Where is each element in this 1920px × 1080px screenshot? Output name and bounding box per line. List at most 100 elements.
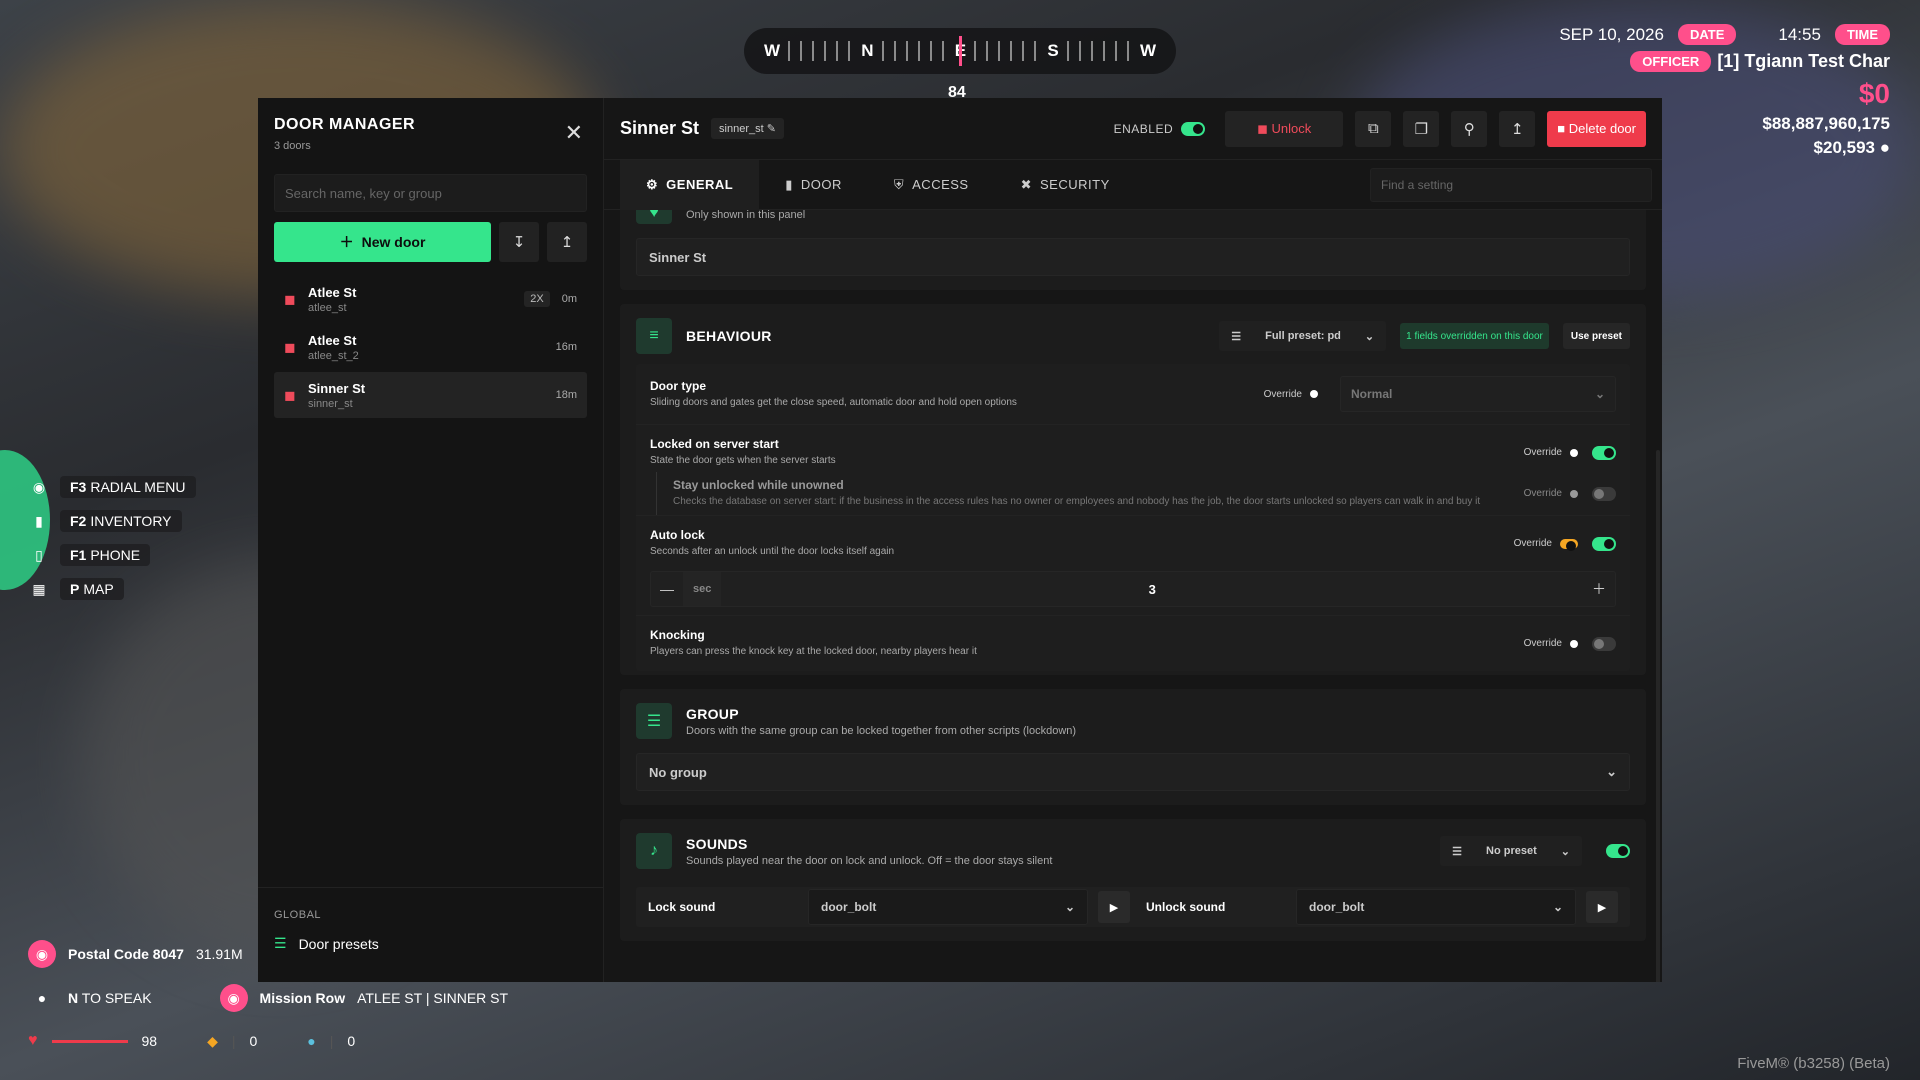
sliders-icon: ≡ bbox=[636, 318, 672, 354]
close-icon[interactable]: ✕ bbox=[565, 120, 583, 146]
use-preset-button[interactable]: Use preset bbox=[1562, 323, 1630, 349]
import-button[interactable]: ↧ bbox=[499, 222, 539, 262]
dirty-amount: $20,593 bbox=[1813, 138, 1875, 157]
chevron-down-icon: ⌄ bbox=[1594, 387, 1605, 401]
postal-distance: 31.91M bbox=[195, 946, 243, 962]
layers-icon: ☰ bbox=[636, 703, 672, 739]
lock-icon: ◼ bbox=[284, 386, 296, 403]
auto-lock-value[interactable]: 3 bbox=[721, 582, 1583, 597]
door-type-select[interactable]: Normal ⌄ bbox=[1340, 376, 1616, 412]
teleport-button[interactable]: ⚲ bbox=[1451, 110, 1488, 147]
override-radio[interactable] bbox=[1570, 448, 1578, 457]
chevron-down-icon: ⌄ bbox=[1560, 845, 1570, 858]
override-radio[interactable] bbox=[1310, 390, 1318, 398]
sounds-desc: Sounds played near the door on lock and … bbox=[686, 854, 1053, 867]
behaviour-title: BEHAVIOUR bbox=[686, 328, 772, 344]
sound-preset-select[interactable]: ☰ No preset ⌄ bbox=[1440, 836, 1582, 866]
shield-icon: ⛨ bbox=[893, 176, 905, 192]
chevron-down-icon: ⌄ bbox=[1606, 764, 1617, 779]
location-sub: ATLEE ST | SINNER ST bbox=[357, 990, 509, 1006]
scrollbar[interactable] bbox=[1656, 450, 1660, 982]
setting-auto-lock: Auto lock Seconds after an unlock until t… bbox=[636, 515, 1630, 571]
role-pill: OFFICER bbox=[1630, 51, 1712, 72]
door-list-item[interactable]: ◼ Atlee St atlee_st 2X 0m bbox=[274, 276, 587, 322]
setting-stay-unlocked: Stay unlocked while unowned Checks the da… bbox=[656, 472, 1616, 515]
door-presets-link[interactable]: ☰ Door presets bbox=[274, 935, 588, 952]
locked-start-toggle[interactable] bbox=[1592, 445, 1616, 460]
compass-w2: W bbox=[1139, 41, 1156, 60]
export-button[interactable]: ↥ bbox=[547, 222, 587, 262]
door-name-input[interactable]: Sinner St bbox=[636, 238, 1630, 276]
door-detail: Sinner St sinner_st ✎ ENABLED ◼ Unlock ⧉… bbox=[604, 98, 1662, 982]
hotkey-phone: ▯ F1 PHONE bbox=[30, 544, 196, 566]
door-list-item-selected[interactable]: ◼ Sinner St sinner_st 18m bbox=[274, 372, 587, 418]
water-drop-icon: ● bbox=[307, 1033, 316, 1049]
pencil-icon: ✎ bbox=[766, 123, 776, 135]
compass-needle bbox=[959, 36, 962, 66]
settings-content: ♥ Only shown in this panel Sinner St ≡ B… bbox=[604, 210, 1662, 982]
override-radio[interactable] bbox=[1570, 639, 1578, 648]
group-select[interactable]: No group ⌄ bbox=[636, 753, 1630, 791]
player-name: [1] Tgiann Test Char bbox=[1717, 51, 1890, 71]
lock-icon: ◼ bbox=[1257, 120, 1268, 136]
door-search-input[interactable] bbox=[274, 174, 587, 212]
name-card-sub: Only shown in this panel bbox=[686, 210, 806, 221]
preset-select[interactable]: ☰ Full preset: pd ⌄ bbox=[1219, 321, 1387, 351]
global-label: GLOBAL bbox=[274, 909, 322, 921]
phone-icon: ▯ bbox=[35, 546, 43, 563]
enabled-toggle[interactable] bbox=[1181, 121, 1206, 136]
override-radio[interactable] bbox=[1570, 489, 1578, 498]
download-icon: ↧ bbox=[512, 234, 526, 251]
sounds-toggle[interactable] bbox=[1606, 844, 1630, 858]
unlock-button[interactable]: ◼ Unlock bbox=[1225, 110, 1344, 147]
delete-door-button[interactable]: ■ Delete door bbox=[1547, 110, 1646, 147]
speak-key: N bbox=[68, 990, 79, 1006]
tab-general[interactable]: ⚙ GENERAL bbox=[620, 159, 760, 210]
find-setting-input[interactable] bbox=[1370, 167, 1652, 202]
door-time: 16m bbox=[555, 341, 577, 353]
unlock-sound-select[interactable]: door_bolt ⌄ bbox=[1296, 889, 1576, 925]
compass-s: S bbox=[1047, 41, 1059, 60]
group-title: GROUP bbox=[686, 705, 739, 722]
setting-locked-start: Locked on server start State the door get… bbox=[636, 425, 1630, 472]
knocking-toggle[interactable] bbox=[1592, 636, 1616, 651]
thirst-value: 0 bbox=[347, 1033, 356, 1049]
layers-icon: ☰ bbox=[1231, 330, 1242, 343]
minus-icon[interactable]: — bbox=[651, 572, 683, 606]
override-toggle[interactable] bbox=[1560, 538, 1578, 551]
play-icon[interactable]: ▶ bbox=[1098, 891, 1130, 923]
door-list-item[interactable]: ◼ Atlee St atlee_st_2 16m bbox=[274, 324, 587, 370]
lock-icon: ◼ bbox=[284, 338, 296, 355]
postal-code: Postal Code 8047 bbox=[68, 946, 184, 962]
play-icon[interactable]: ▶ bbox=[1586, 891, 1618, 923]
sounds-title: SOUNDS bbox=[686, 835, 748, 852]
time-text: 14:55 bbox=[1778, 24, 1821, 44]
upload-icon: ↥ bbox=[1511, 120, 1524, 138]
duplicate-button[interactable]: ❐ bbox=[1403, 110, 1440, 147]
behaviour-card: ≡ BEHAVIOUR ☰ Full preset: pd ⌄ 1 fields o… bbox=[620, 304, 1646, 675]
stay-unlocked-toggle[interactable] bbox=[1592, 486, 1616, 501]
tab-bar: ⚙ GENERAL ▮ DOOR ⛨ ACCESS ✖ SECURITY bbox=[604, 159, 1662, 210]
tab-security[interactable]: ✖ SECURITY bbox=[995, 160, 1136, 210]
speak-label: TO SPEAK bbox=[81, 990, 152, 1006]
door-icon: ▮ bbox=[785, 176, 793, 192]
tab-door[interactable]: ▮ DOOR bbox=[759, 160, 868, 210]
tab-access[interactable]: ⛨ ACCESS bbox=[868, 160, 995, 210]
share-button[interactable]: ↥ bbox=[1499, 110, 1536, 147]
door-time: 18m bbox=[555, 389, 577, 401]
door-title: Sinner St bbox=[620, 118, 700, 138]
lock-sound-select[interactable]: door_bolt ⌄ bbox=[808, 889, 1088, 925]
name-card: ♥ Only shown in this panel Sinner St bbox=[620, 210, 1646, 290]
door-key-chip[interactable]: sinner_st ✎ bbox=[711, 118, 784, 139]
unit-label: sec bbox=[683, 572, 722, 606]
plus-icon: ＋ bbox=[339, 234, 354, 250]
auto-lock-toggle[interactable] bbox=[1592, 536, 1616, 551]
hotkey-inventory: ▮ F2 INVENTORY bbox=[30, 510, 196, 532]
plus-icon[interactable]: ＋ bbox=[1583, 572, 1615, 606]
copy-button[interactable]: ⧉ bbox=[1355, 110, 1392, 147]
new-door-button[interactable]: ＋ New door bbox=[274, 222, 491, 262]
heart-icon: ♥ bbox=[636, 210, 672, 224]
radial-icon: ◉ bbox=[32, 478, 46, 495]
door-list: ◼ Atlee St atlee_st 2X 0m ◼ Atlee St atlee… bbox=[274, 276, 587, 418]
location-main: Mission Row bbox=[259, 990, 346, 1006]
